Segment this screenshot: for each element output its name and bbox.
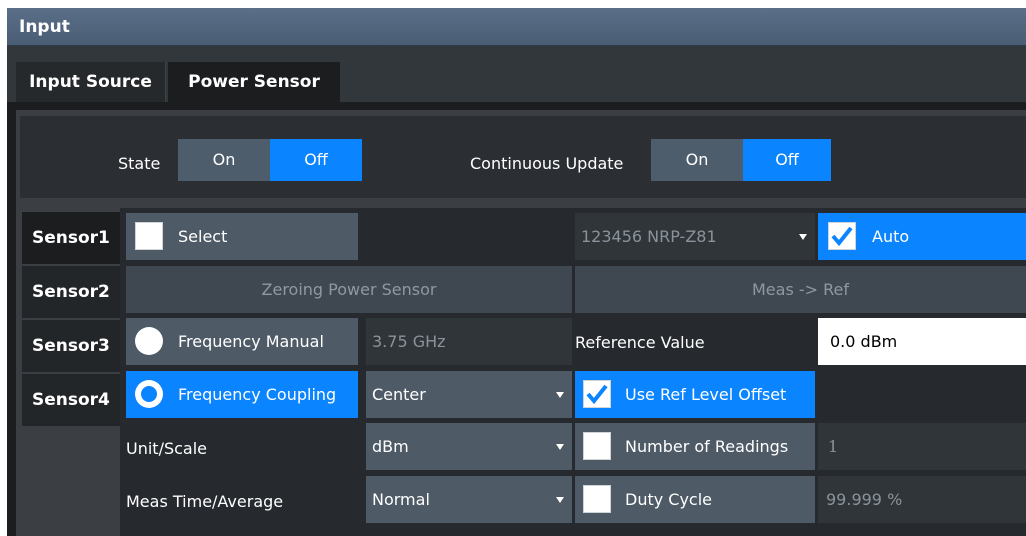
radio-on-icon — [135, 380, 163, 408]
number-of-readings-label: Number of Readings — [625, 437, 789, 456]
select-button[interactable]: Select — [126, 213, 358, 260]
tab-strip: Input Source Power Sensor — [7, 46, 1026, 102]
sensor-tab-4[interactable]: Sensor4 — [22, 374, 120, 426]
unit-scale-dropdown[interactable]: dBm — [366, 423, 572, 470]
select-checkbox-icon — [135, 222, 163, 250]
dropdown-arrow-icon — [556, 496, 564, 503]
meas-time-value: Normal — [372, 490, 430, 509]
number-of-readings-field[interactable]: 1 — [818, 423, 1026, 470]
frequency-coupling-dropdown[interactable]: Center — [366, 371, 572, 418]
number-of-readings-checkbox[interactable]: Number of Readings — [575, 423, 815, 470]
reference-value-field[interactable]: 0.0 dBm — [818, 318, 1026, 365]
continuous-update-label: Continuous Update — [470, 154, 624, 173]
unit-scale-label: Unit/Scale — [126, 439, 208, 458]
meas-ref-button[interactable]: Meas -> Ref — [575, 266, 1026, 313]
frequency-manual-field[interactable]: 3.75 GHz — [366, 318, 572, 365]
radio-off-icon — [135, 327, 163, 355]
sensor-dropdown-value: 123456 NRP-Z81 — [581, 227, 717, 246]
frequency-manual-radio[interactable]: Frequency Manual — [126, 318, 358, 365]
auto-label: Auto — [872, 227, 910, 246]
unit-scale-value: dBm — [372, 437, 409, 456]
state-off-button[interactable]: Off — [270, 139, 362, 181]
auto-checkbox-icon — [828, 222, 856, 250]
frequency-coupling-label: Frequency Coupling — [178, 385, 337, 404]
duty-cycle-checkbox-icon — [583, 485, 611, 513]
sensor-dropdown[interactable]: 123456 NRP-Z81 — [575, 213, 815, 260]
frequency-coupling-value: Center — [372, 385, 426, 404]
tab-input-source[interactable]: Input Source — [16, 62, 166, 102]
dropdown-arrow-icon — [556, 391, 564, 398]
frequency-manual-label: Frequency Manual — [178, 332, 324, 351]
meas-time-dropdown[interactable]: Normal — [366, 476, 572, 523]
duty-cycle-label: Duty Cycle — [625, 490, 713, 509]
use-ref-level-offset-checkbox[interactable]: Use Ref Level Offset — [575, 371, 815, 418]
use-ref-offset-label: Use Ref Level Offset — [625, 385, 787, 404]
sensor-tab-2[interactable]: Sensor2 — [22, 266, 120, 318]
reference-value-label: Reference Value — [575, 333, 705, 352]
sensor-tab-1[interactable]: Sensor1 — [22, 212, 120, 264]
number-of-readings-checkbox-icon — [583, 432, 611, 460]
continuous-off-button[interactable]: Off — [743, 139, 831, 181]
sensor-tab-3[interactable]: Sensor3 — [22, 320, 120, 372]
zeroing-power-sensor-button[interactable]: Zeroing Power Sensor — [126, 266, 572, 313]
frequency-coupling-radio[interactable]: Frequency Coupling — [126, 371, 358, 418]
dropdown-arrow-icon — [799, 233, 807, 240]
auto-checkbox-button[interactable]: Auto — [818, 213, 1026, 260]
state-label: State — [118, 154, 161, 173]
dropdown-arrow-icon — [556, 443, 564, 450]
dialog-title: Input — [7, 8, 1026, 46]
duty-cycle-field[interactable]: 99.999 % — [818, 476, 1026, 523]
state-on-button[interactable]: On — [178, 139, 270, 181]
continuous-on-button[interactable]: On — [651, 139, 743, 181]
tab-power-sensor[interactable]: Power Sensor — [168, 62, 340, 102]
meas-time-average-label: Meas Time/Average — [126, 492, 284, 511]
duty-cycle-checkbox[interactable]: Duty Cycle — [575, 476, 815, 523]
select-label: Select — [178, 227, 228, 246]
use-ref-offset-checkbox-icon — [583, 380, 611, 408]
